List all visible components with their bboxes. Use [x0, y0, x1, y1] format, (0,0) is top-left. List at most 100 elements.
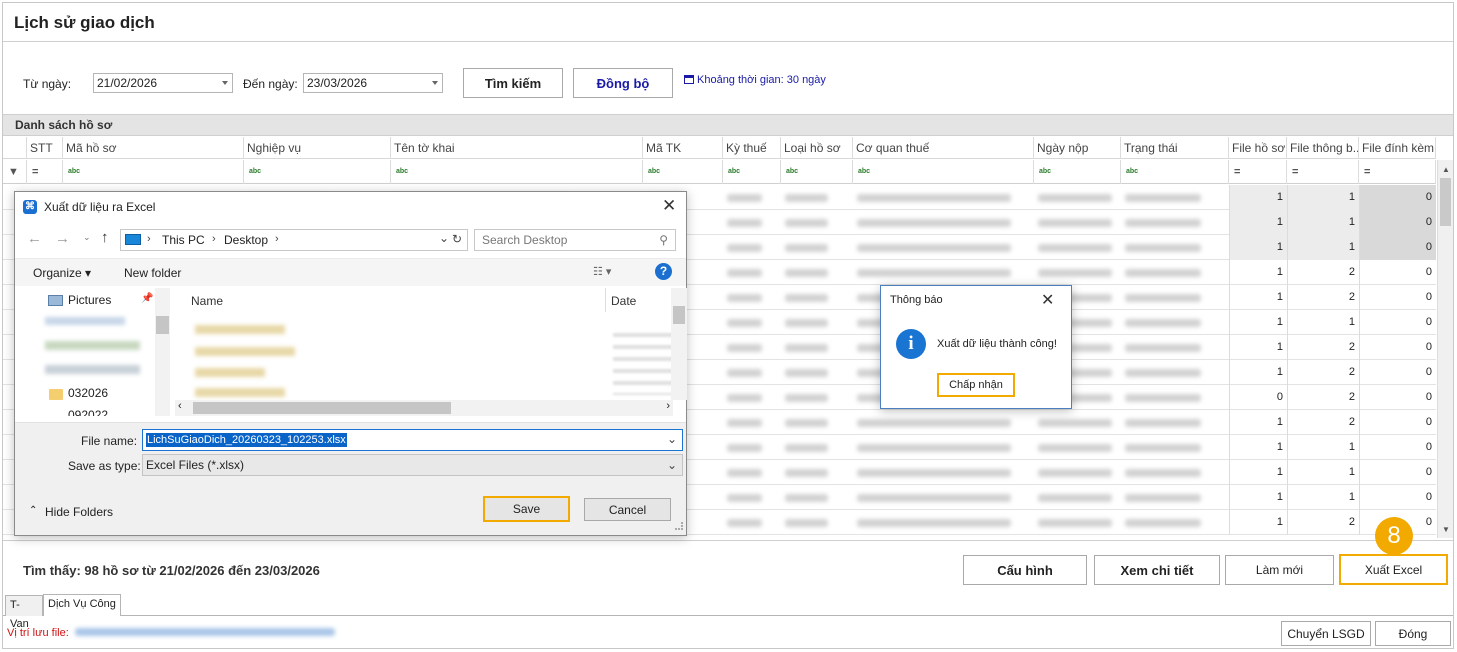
- breadcrumb-this-pc[interactable]: This PC: [162, 233, 205, 247]
- filter-abc-icon[interactable]: abc: [723, 160, 781, 184]
- blurred-cell: [1125, 244, 1201, 252]
- sync-button[interactable]: Đồng bộ: [573, 68, 673, 98]
- filter-abc-icon[interactable]: abc: [391, 160, 643, 184]
- back-arrow-icon[interactable]: ←: [27, 230, 42, 247]
- help-icon[interactable]: ?: [655, 263, 672, 280]
- blurred-cell: [727, 294, 762, 302]
- scroll-up-icon[interactable]: ▲: [1442, 165, 1450, 174]
- from-date-picker[interactable]: 21/02/2026: [93, 73, 233, 93]
- organize-button[interactable]: Organize ▾: [33, 266, 91, 280]
- col-date-header[interactable]: Date: [611, 294, 636, 308]
- col-name-header[interactable]: Name: [191, 294, 223, 308]
- filter-row: ▼ = abc abc abc abc abc abc abc abc abc …: [3, 160, 1436, 184]
- search-desktop-input[interactable]: Search Desktop ⚲: [474, 229, 676, 251]
- address-bar[interactable]: › This PC › Desktop › ⌄ ↻: [120, 229, 468, 251]
- up-arrow-icon[interactable]: ↑: [101, 229, 109, 246]
- nav-item-blurred[interactable]: [45, 365, 140, 374]
- nav-scrollbar[interactable]: [155, 288, 170, 416]
- refresh-button[interactable]: Làm mới: [1225, 555, 1334, 585]
- close-icon[interactable]: ✕: [662, 196, 676, 216]
- filter-abc-icon[interactable]: abc: [853, 160, 1034, 184]
- file-item-blurred[interactable]: [195, 347, 295, 356]
- number-cell: 1: [1229, 335, 1287, 360]
- refresh-icon[interactable]: ↻: [452, 232, 462, 246]
- file-item-blurred[interactable]: [195, 368, 265, 377]
- filter-equals-icon[interactable]: =: [1287, 160, 1359, 184]
- filter-abc-icon[interactable]: abc: [781, 160, 853, 184]
- grid-scrollbar[interactable]: ▲ ▼: [1437, 160, 1453, 538]
- nav-item-032026[interactable]: 032026: [68, 386, 108, 400]
- nav-item-blurred[interactable]: [45, 341, 140, 350]
- col-file-ho-so[interactable]: File hồ sơ: [1229, 137, 1287, 159]
- filter-abc-icon[interactable]: abc: [1121, 160, 1229, 184]
- to-date-picker[interactable]: 23/03/2026: [303, 73, 443, 93]
- scroll-thumb[interactable]: [1440, 178, 1451, 226]
- transfer-button[interactable]: Chuyển LSGD: [1281, 621, 1371, 646]
- export-excel-button[interactable]: Xuất Excel: [1339, 554, 1448, 585]
- chevron-up-icon[interactable]: ⌃: [29, 505, 37, 516]
- tab-dich-vu-cong[interactable]: Dịch Vụ Công: [43, 594, 121, 616]
- hide-folders-button[interactable]: Hide Folders: [45, 505, 113, 519]
- col-ma-tk[interactable]: Mã TK: [643, 137, 723, 159]
- filter-funnel-icon[interactable]: ▼: [3, 160, 27, 184]
- search-button[interactable]: Tìm kiếm: [463, 68, 563, 98]
- col-ten-to-khai[interactable]: Tên tờ khai: [391, 137, 643, 159]
- col-trang-thai[interactable]: Trạng thái: [1121, 137, 1229, 159]
- save-type-select[interactable]: Excel Files (*.xlsx) ⌄: [142, 454, 683, 476]
- file-item-blurred[interactable]: [195, 325, 285, 334]
- col-file-thong-bao[interactable]: File thông b...: [1287, 137, 1359, 159]
- blurred-cell: [727, 494, 762, 502]
- forward-arrow-icon[interactable]: →: [55, 230, 70, 247]
- close-icon[interactable]: ✕: [1041, 290, 1054, 310]
- grid-header: STT Mã hồ sơ Nghiệp vụ Tên tờ khai Mã TK…: [3, 137, 1436, 159]
- nav-item-pictures[interactable]: Pictures: [68, 293, 111, 307]
- number-cell: 1: [1229, 210, 1287, 235]
- breadcrumb-desktop[interactable]: Desktop: [224, 233, 268, 247]
- blurred-cell: [857, 244, 1011, 252]
- filter-abc-icon[interactable]: abc: [63, 160, 244, 184]
- col-file-dinh-kem[interactable]: File đính kèm: [1359, 137, 1436, 159]
- recent-chevron-icon[interactable]: ⌄: [83, 232, 91, 243]
- save-location-path[interactable]: [75, 628, 335, 636]
- filter-equals-icon[interactable]: =: [1229, 160, 1287, 184]
- address-dropdown-icon[interactable]: ⌄: [439, 231, 449, 245]
- accept-button[interactable]: Chấp nhận: [937, 373, 1015, 397]
- blurred-cell: [1125, 269, 1201, 277]
- save-button[interactable]: Save: [483, 496, 570, 522]
- nav-item-092022[interactable]: 092022: [68, 408, 108, 416]
- file-item-blurred[interactable]: [195, 388, 285, 397]
- number-cell: 0: [1359, 235, 1436, 260]
- save-dialog-title: Xuất dữ liệu ra Excel: [44, 200, 156, 214]
- cancel-button[interactable]: Cancel: [584, 498, 671, 521]
- tab-tvan[interactable]: T-Van: [5, 595, 43, 630]
- col-ngay-nop[interactable]: Ngày nộp: [1034, 137, 1121, 159]
- scroll-down-icon[interactable]: ▼: [1442, 525, 1450, 534]
- filter-equals-icon[interactable]: =: [27, 160, 63, 184]
- blurred-cell: [1125, 494, 1201, 502]
- filter-equals-icon[interactable]: =: [1359, 160, 1436, 184]
- filter-abc-icon[interactable]: abc: [643, 160, 723, 184]
- message-dialog-title: Thông báo: [890, 294, 943, 306]
- filter-abc-icon[interactable]: abc: [244, 160, 391, 184]
- new-folder-button[interactable]: New folder: [124, 266, 181, 280]
- filter-abc-icon[interactable]: abc: [1034, 160, 1121, 184]
- blurred-cell: [785, 494, 828, 502]
- resize-grip[interactable]: [675, 522, 683, 530]
- file-list-scrollbar[interactable]: [671, 288, 687, 400]
- view-options-icon[interactable]: ☷ ▾: [593, 265, 611, 278]
- chevron-down-icon[interactable]: ⌄: [667, 432, 677, 446]
- col-loai-ho-so[interactable]: Loại hồ sơ: [781, 137, 853, 159]
- file-name-input[interactable]: LichSuGiaoDich_20260323_102253.xlsx ⌄: [142, 429, 683, 451]
- view-detail-button[interactable]: Xem chi tiết: [1094, 555, 1220, 585]
- horizontal-scrollbar[interactable]: ‹ ›: [175, 400, 673, 416]
- col-nghiep-vu[interactable]: Nghiệp vụ: [244, 137, 391, 159]
- blurred-cell: [1038, 219, 1112, 227]
- blurred-cell: [857, 469, 1011, 477]
- col-ma-ho-so[interactable]: Mã hồ sơ: [63, 137, 244, 159]
- config-button[interactable]: Cấu hình: [963, 555, 1087, 585]
- col-stt[interactable]: STT: [27, 137, 63, 159]
- close-button[interactable]: Đóng: [1375, 621, 1451, 646]
- col-co-quan-thue[interactable]: Cơ quan thuế: [853, 137, 1034, 159]
- nav-item-blurred[interactable]: [45, 317, 125, 325]
- col-ky-thue[interactable]: Kỳ thuế: [723, 137, 781, 159]
